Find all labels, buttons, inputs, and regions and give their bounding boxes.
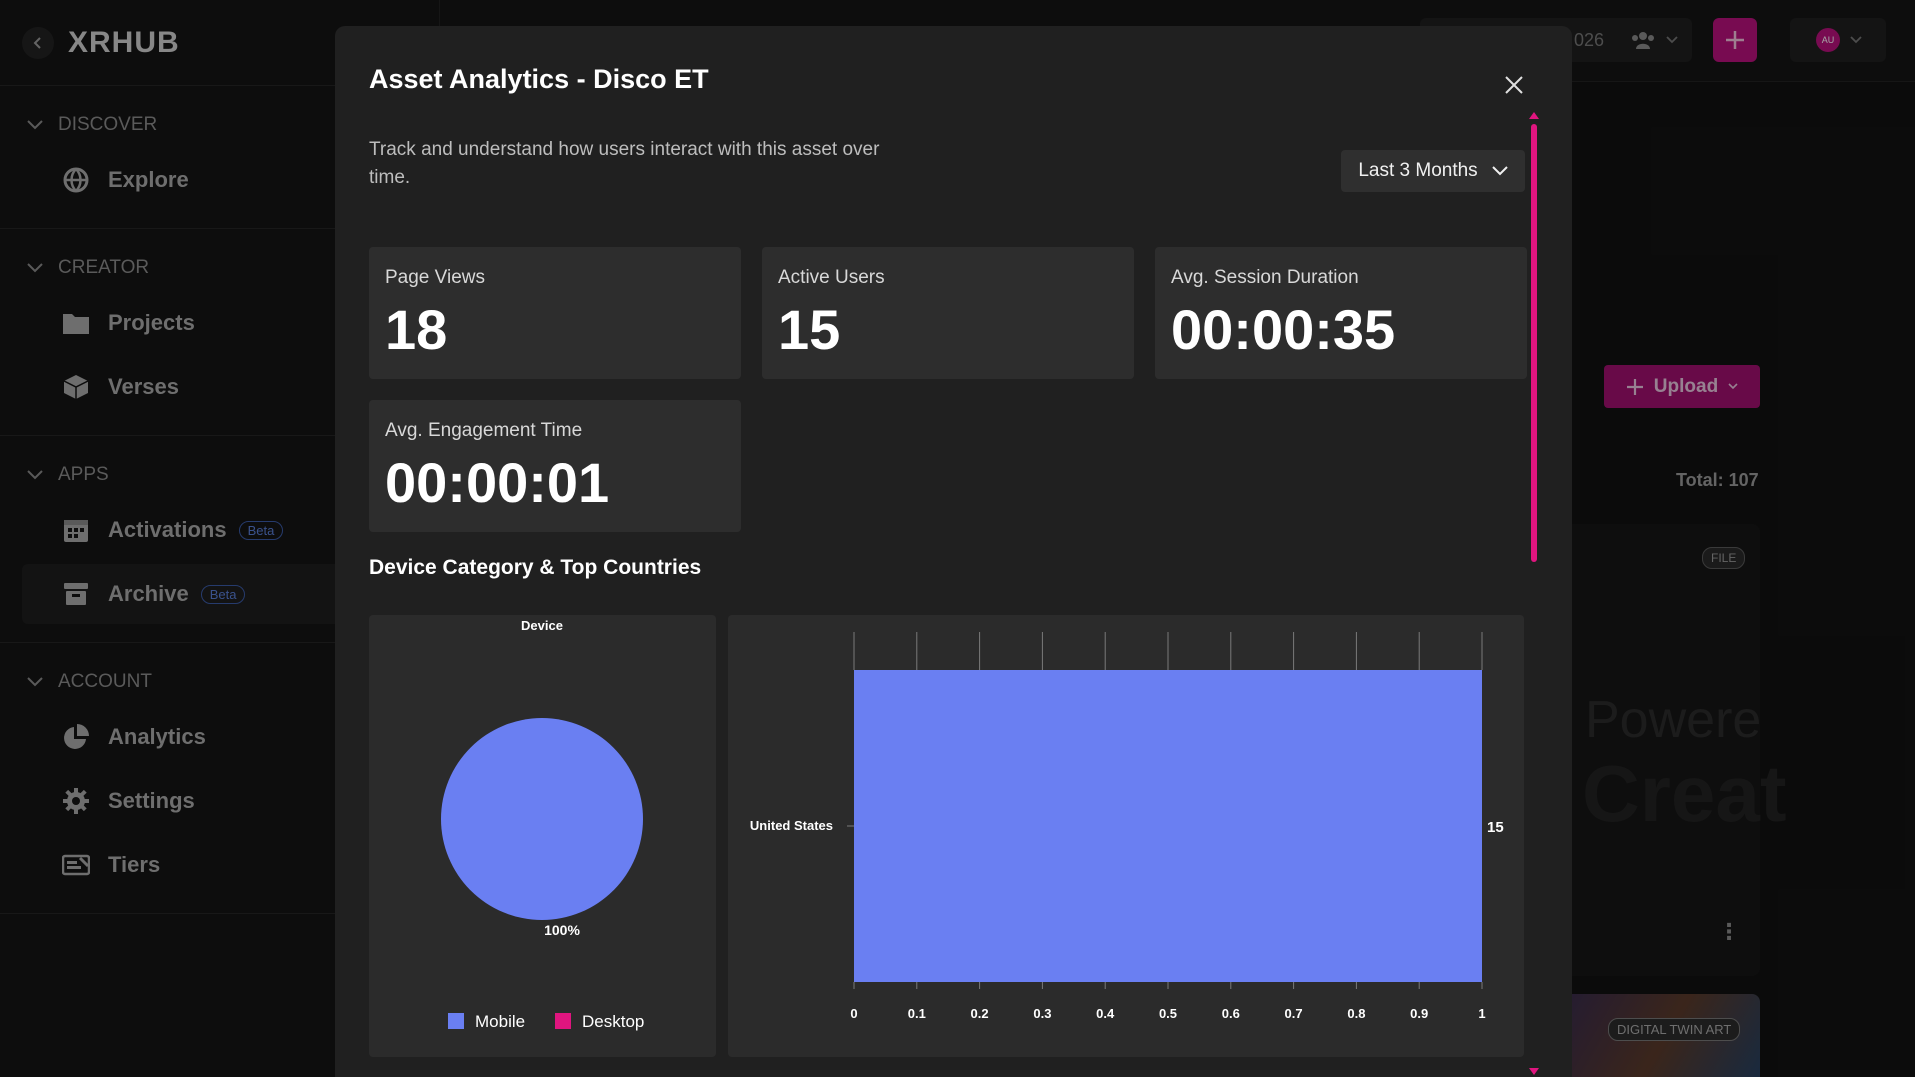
device-pie-chart: Device 100% Mobile Desktop xyxy=(441,618,644,1031)
pie-chart-icon xyxy=(62,723,90,751)
x-tick-label: 0.6 xyxy=(1222,1006,1240,1021)
chevron-down-icon xyxy=(27,120,43,130)
chevron-down-icon xyxy=(27,263,43,273)
bar-data-label: 15 xyxy=(1487,819,1504,836)
x-tick-label: 0.4 xyxy=(1096,1006,1115,1021)
x-tick-label: 0.8 xyxy=(1347,1006,1365,1021)
create-button[interactable] xyxy=(1713,18,1757,62)
device-chart-card: Device 100% Mobile Desktop xyxy=(369,615,716,1057)
stat-active-users: Active Users 15 xyxy=(762,247,1134,379)
sidebar-item-label: Activations xyxy=(108,517,227,542)
more-options-icon[interactable]: ⋮ xyxy=(1718,921,1740,943)
sidebar-item-label: Tiers xyxy=(108,852,161,877)
x-tick-label: 0.5 xyxy=(1159,1006,1177,1021)
stat-value: 15 xyxy=(778,298,841,361)
section-label: CREATOR xyxy=(58,257,150,278)
date-range-label: Last 3 Months xyxy=(1358,160,1478,181)
close-icon xyxy=(1505,76,1523,94)
pie-slice-label: 100% xyxy=(544,922,580,938)
x-tick-label: 0 xyxy=(850,1006,857,1021)
x-tick-label: 0.9 xyxy=(1410,1006,1428,1021)
brand-title: XRHUB xyxy=(68,25,180,59)
legend-swatch-mobile xyxy=(448,1013,464,1029)
countries-bar-chart: 0 0.1 0.2 0.3 0.4 0.5 0.6 0.7 0.8 0.9 1 United Stat… xyxy=(750,632,1504,1021)
total-count: Total: 107 xyxy=(1676,470,1759,490)
scrollbar-thumb[interactable] xyxy=(1531,124,1537,562)
stat-avg-session-duration: Avg. Session Duration 00:00:35 xyxy=(1155,247,1527,379)
chevron-down-icon xyxy=(1666,36,1678,44)
section-label: DISCOVER xyxy=(58,114,158,135)
section-label: ACCOUNT xyxy=(58,671,152,692)
chevron-down-icon xyxy=(27,677,43,687)
asset-analytics-modal: Asset Analytics - Disco ET Track and und… xyxy=(335,26,1572,1077)
card-preview-text: Creat xyxy=(1582,749,1787,838)
gear-icon xyxy=(62,787,90,815)
beta-badge: Beta xyxy=(200,584,246,604)
category-badge: DIGITAL TWIN ART xyxy=(1608,1018,1741,1041)
chevron-down-icon xyxy=(27,470,43,480)
stat-value: 00:00:35 xyxy=(1171,298,1396,361)
stat-avg-engagement-time: Avg. Engagement Time 00:00:01 xyxy=(369,400,741,532)
countries-chart-card: 0 0.1 0.2 0.3 0.4 0.5 0.6 0.7 0.8 0.9 1 United Stat… xyxy=(728,615,1524,1057)
x-tick-label: 1 xyxy=(1478,1006,1485,1021)
chevron-left-icon xyxy=(33,36,41,49)
sidebar-item-label: Settings xyxy=(108,788,195,813)
user-menu[interactable]: AU xyxy=(1790,18,1886,62)
beta-badge: Beta xyxy=(238,520,284,540)
tiers-icon xyxy=(62,851,90,879)
chevron-down-icon xyxy=(1491,166,1508,176)
plus-icon xyxy=(1726,31,1744,49)
upload-label: Upload xyxy=(1653,375,1719,397)
chevron-down-icon xyxy=(1728,383,1738,390)
x-tick-label: 0.7 xyxy=(1285,1006,1303,1021)
back-button[interactable] xyxy=(22,26,54,59)
stat-label: Page Views xyxy=(385,267,485,288)
sidebar-item-label: Projects xyxy=(108,310,195,335)
sidebar-item-label: Archive xyxy=(108,581,189,606)
file-badge: FILE xyxy=(1702,547,1746,569)
globe-icon xyxy=(62,166,90,194)
scroll-up-arrow[interactable] xyxy=(1529,112,1539,119)
folder-icon xyxy=(62,309,90,337)
users-icon xyxy=(1632,32,1654,49)
x-tick-label: 0.1 xyxy=(908,1006,926,1021)
archive-icon xyxy=(62,580,90,608)
modal-title: Asset Analytics - Disco ET xyxy=(369,64,709,94)
legend-label-desktop: Desktop xyxy=(582,1012,644,1031)
x-tick-label: 0.3 xyxy=(1033,1006,1051,1021)
plus-icon xyxy=(1626,378,1643,395)
cube-icon xyxy=(62,373,90,401)
stat-page-views: Page Views 18 xyxy=(369,247,741,379)
upload-button[interactable]: Upload xyxy=(1604,365,1760,408)
stat-label: Active Users xyxy=(778,267,885,288)
stat-value: 00:00:01 xyxy=(385,451,610,514)
stat-value: 18 xyxy=(385,298,448,361)
stat-label: Avg. Engagement Time xyxy=(385,420,583,441)
scroll-down-arrow[interactable] xyxy=(1529,1068,1539,1075)
section-title: Device Category & Top Countries xyxy=(369,556,702,579)
stat-label: Avg. Session Duration xyxy=(1171,267,1359,288)
y-tick-label: United States xyxy=(750,818,833,833)
chevron-down-icon xyxy=(1850,36,1862,44)
legend-label-mobile: Mobile xyxy=(475,1012,525,1031)
avatar: AU xyxy=(1816,28,1840,52)
date-range-dropdown[interactable]: Last 3 Months xyxy=(1341,150,1525,192)
calendar-icon xyxy=(62,516,90,544)
close-button[interactable] xyxy=(1497,68,1531,102)
legend-swatch-desktop xyxy=(555,1013,571,1029)
sidebar-item-label: Explore xyxy=(108,167,189,192)
bar-united-states xyxy=(854,670,1482,982)
modal-description: Track and understand how users interact … xyxy=(369,139,880,188)
chart-title: Device xyxy=(521,618,563,633)
card-preview-text: Powere xyxy=(1585,691,1762,749)
pie-slice-mobile xyxy=(441,718,643,920)
sidebar-item-label: Verses xyxy=(108,374,179,399)
sidebar-item-label: Analytics xyxy=(108,724,206,749)
workspace-partial-text: 026 xyxy=(1573,29,1604,50)
x-tick-label: 0.2 xyxy=(971,1006,989,1021)
section-label: APPS xyxy=(58,464,109,485)
